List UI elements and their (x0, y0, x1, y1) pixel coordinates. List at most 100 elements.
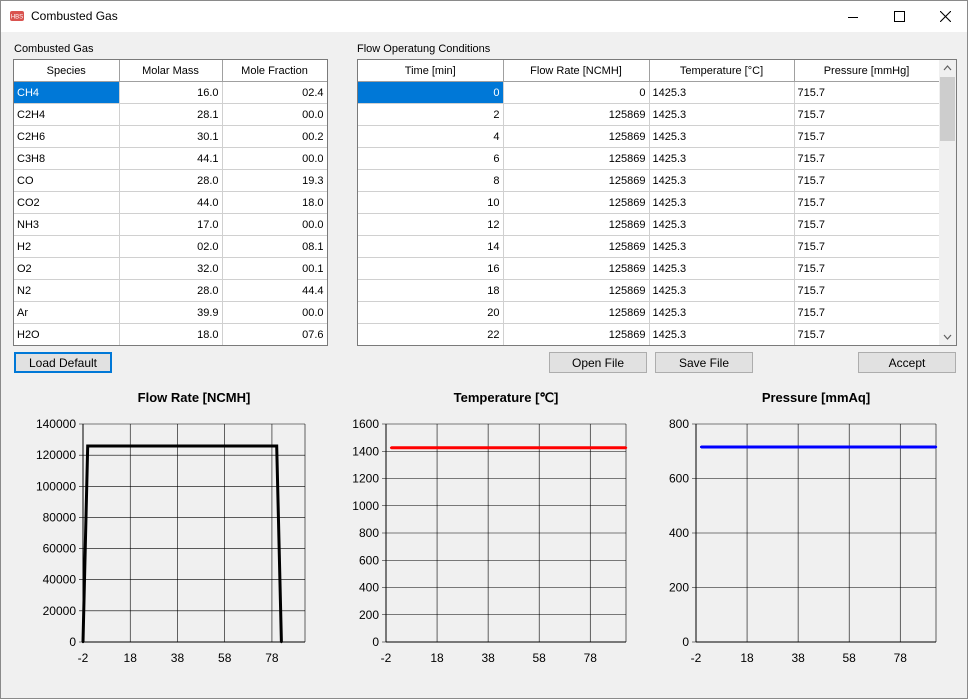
table-cell[interactable]: 715.7 (794, 323, 940, 345)
table-cell[interactable]: 1425.3 (649, 279, 795, 302)
table-cell[interactable]: 00.0 (222, 103, 327, 126)
table-cell[interactable]: C2H6 (14, 125, 120, 148)
minimize-button[interactable] (830, 1, 876, 32)
table-cell[interactable]: C2H4 (14, 103, 120, 126)
table-cell[interactable]: 125869 (503, 301, 650, 324)
table-cell[interactable]: 44.0 (119, 191, 223, 214)
table-row[interactable]: O2 32.0 00.1 (14, 257, 327, 280)
gas-table-header-1[interactable]: Molar Mass (119, 60, 223, 82)
table-cell[interactable]: H2O (14, 323, 120, 345)
table-cell[interactable]: Ar (14, 301, 120, 324)
table-row[interactable]: 14 125869 1425.3 715.7 (358, 235, 940, 258)
table-cell[interactable]: 10 (358, 191, 504, 214)
title-bar[interactable]: HBS Combusted Gas (1, 1, 967, 32)
table-cell[interactable]: 125869 (503, 125, 650, 148)
table-cell[interactable]: 28.0 (119, 169, 223, 192)
table-cell[interactable]: N2 (14, 279, 120, 302)
table-cell[interactable]: 02.4 (222, 81, 327, 104)
table-cell[interactable]: NH3 (14, 213, 120, 236)
table-row[interactable]: H2 02.0 08.1 (14, 235, 327, 258)
table-cell[interactable]: 02.0 (119, 235, 223, 258)
close-button[interactable] (922, 1, 968, 32)
flow-table[interactable]: Time [min] Flow Rate [NCMH] Temperature [°… (357, 59, 957, 346)
table-cell[interactable]: 715.7 (794, 235, 940, 258)
table-row[interactable]: 2 125869 1425.3 715.7 (358, 103, 940, 126)
table-row[interactable]: C2H4 28.1 00.0 (14, 103, 327, 126)
flow-table-header-3[interactable]: Pressure [mmHg] (794, 60, 940, 82)
table-cell[interactable]: 715.7 (794, 191, 940, 214)
table-cell[interactable]: O2 (14, 257, 120, 280)
table-cell[interactable]: 715.7 (794, 257, 940, 280)
table-cell[interactable]: 28.0 (119, 279, 223, 302)
flow-table-scrollbar[interactable] (939, 60, 956, 345)
table-cell[interactable]: 00.0 (222, 147, 327, 170)
table-cell[interactable]: 125869 (503, 103, 650, 126)
table-cell[interactable]: 1425.3 (649, 125, 795, 148)
table-row[interactable]: 18 125869 1425.3 715.7 (358, 279, 940, 302)
table-row[interactable]: C3H8 44.1 00.0 (14, 147, 327, 170)
table-cell[interactable]: 6 (358, 147, 504, 170)
table-cell[interactable]: 20 (358, 301, 504, 324)
table-cell[interactable]: 0 (503, 81, 650, 104)
table-cell[interactable]: 00.2 (222, 125, 327, 148)
table-cell[interactable]: 125869 (503, 191, 650, 214)
table-cell[interactable]: 125869 (503, 279, 650, 302)
table-cell[interactable]: 715.7 (794, 147, 940, 170)
table-cell[interactable]: CO2 (14, 191, 120, 214)
scroll-thumb[interactable] (940, 77, 955, 141)
table-cell[interactable]: 715.7 (794, 103, 940, 126)
table-cell[interactable]: 1425.3 (649, 169, 795, 192)
table-cell[interactable]: 28.1 (119, 103, 223, 126)
gas-table-header-2[interactable]: Mole Fraction (222, 60, 327, 82)
table-cell[interactable]: 22 (358, 323, 504, 345)
table-cell[interactable]: 1425.3 (649, 323, 795, 345)
table-cell[interactable]: 44.1 (119, 147, 223, 170)
table-row[interactable]: 20 125869 1425.3 715.7 (358, 301, 940, 324)
table-cell[interactable]: 1425.3 (649, 81, 795, 104)
table-cell[interactable]: 125869 (503, 257, 650, 280)
table-cell[interactable]: CH4 (14, 81, 120, 104)
table-cell[interactable]: 18 (358, 279, 504, 302)
open-file-button[interactable]: Open File (549, 352, 647, 373)
gas-table[interactable]: Species Molar Mass Mole Fraction CH4 16.0 02… (13, 59, 328, 346)
table-cell[interactable]: 125869 (503, 169, 650, 192)
maximize-button[interactable] (876, 1, 922, 32)
table-cell[interactable]: 1425.3 (649, 257, 795, 280)
table-cell[interactable]: 39.9 (119, 301, 223, 324)
table-cell[interactable]: 1425.3 (649, 103, 795, 126)
table-cell[interactable]: 1425.3 (649, 191, 795, 214)
table-row[interactable]: C2H6 30.1 00.2 (14, 125, 327, 148)
table-cell[interactable]: 8 (358, 169, 504, 192)
flow-table-header-2[interactable]: Temperature [°C] (649, 60, 795, 82)
table-cell[interactable]: 2 (358, 103, 504, 126)
table-row[interactable]: 4 125869 1425.3 715.7 (358, 125, 940, 148)
table-cell[interactable]: 44.4 (222, 279, 327, 302)
accept-button[interactable]: Accept (858, 352, 956, 373)
table-cell[interactable]: 125869 (503, 235, 650, 258)
table-cell[interactable]: 00.1 (222, 257, 327, 280)
table-cell[interactable]: 125869 (503, 213, 650, 236)
table-cell[interactable]: 715.7 (794, 213, 940, 236)
table-row[interactable]: CH4 16.0 02.4 (14, 81, 327, 104)
table-cell[interactable]: 715.7 (794, 279, 940, 302)
table-cell[interactable]: 08.1 (222, 235, 327, 258)
table-cell[interactable]: 30.1 (119, 125, 223, 148)
table-cell[interactable]: 17.0 (119, 213, 223, 236)
table-row[interactable]: 0 0 1425.3 715.7 (358, 81, 940, 104)
table-row[interactable]: N2 28.0 44.4 (14, 279, 327, 302)
table-cell[interactable]: 18.0 (222, 191, 327, 214)
table-row[interactable]: 12 125869 1425.3 715.7 (358, 213, 940, 236)
table-cell[interactable]: 4 (358, 125, 504, 148)
table-cell[interactable]: 1425.3 (649, 147, 795, 170)
table-row[interactable]: CO 28.0 19.3 (14, 169, 327, 192)
table-cell[interactable]: 715.7 (794, 81, 940, 104)
table-cell[interactable]: 00.0 (222, 213, 327, 236)
table-cell[interactable]: 1425.3 (649, 213, 795, 236)
table-cell[interactable]: 00.0 (222, 301, 327, 324)
table-cell[interactable]: 19.3 (222, 169, 327, 192)
load-default-button[interactable]: Load Default (14, 352, 112, 373)
table-cell[interactable]: 715.7 (794, 301, 940, 324)
table-cell[interactable]: C3H8 (14, 147, 120, 170)
table-cell[interactable]: 1425.3 (649, 235, 795, 258)
table-cell[interactable]: 125869 (503, 147, 650, 170)
